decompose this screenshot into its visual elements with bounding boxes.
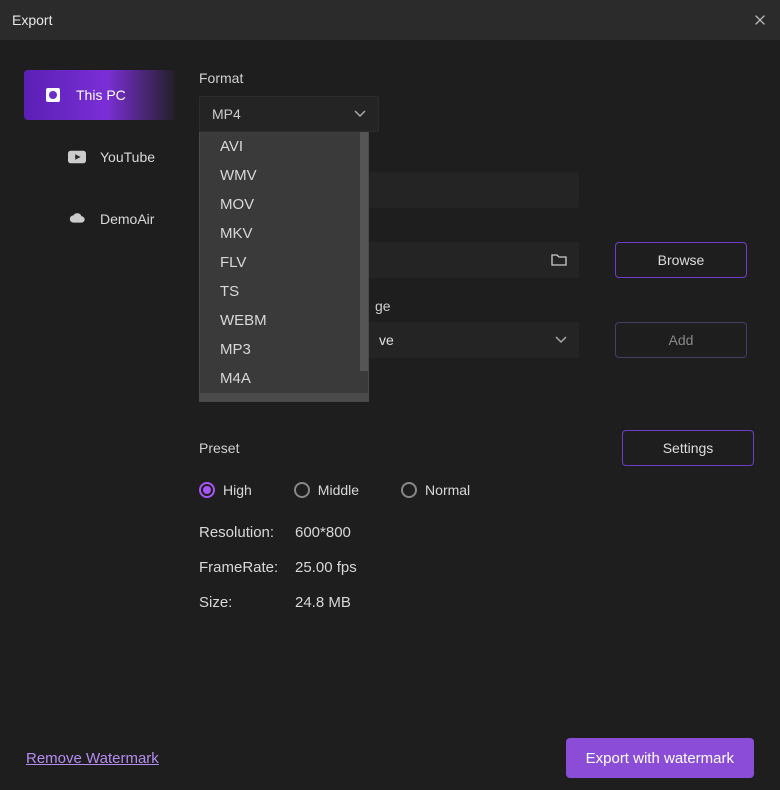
- sidebar-item-this-pc[interactable]: This PC: [24, 70, 175, 120]
- sidebar-item-label: YouTube: [100, 149, 155, 165]
- main-panel: Format MP4 AVIWMVMOVMKVFLVTSWEBMMP3M4AGI…: [175, 40, 780, 726]
- preset-radios: High Middle Normal: [199, 482, 754, 498]
- format-option-mkv[interactable]: MKV: [200, 219, 368, 248]
- format-label: Format: [199, 70, 754, 86]
- preset-label: Preset: [199, 440, 239, 456]
- preset-radio-high[interactable]: High: [199, 482, 252, 498]
- radio-label: High: [223, 482, 252, 498]
- cloud-value: ve: [379, 332, 394, 348]
- spec-table: Resolution: 600*800 FrameRate: 25.00 fps…: [199, 524, 754, 611]
- sidebar-item-youtube[interactable]: YouTube: [24, 132, 175, 182]
- format-option-gif[interactable]: GIF: [200, 393, 368, 402]
- format-block: Format MP4 AVIWMVMOVMKVFLVTSWEBMMP3M4AGI…: [199, 70, 754, 132]
- sidebar-item-demoair[interactable]: DemoAir: [24, 194, 175, 244]
- framerate-label: FrameRate:: [199, 559, 295, 576]
- format-selected-value: MP4: [212, 106, 241, 122]
- framerate-value: 25.00 fps: [295, 559, 754, 576]
- format-option-mov[interactable]: MOV: [200, 190, 368, 219]
- radio-icon: [401, 482, 417, 498]
- cloud-icon: [68, 210, 86, 228]
- preset-radio-normal[interactable]: Normal: [401, 482, 470, 498]
- format-option-wmv[interactable]: WMV: [200, 161, 368, 190]
- settings-button[interactable]: Settings: [622, 430, 754, 466]
- format-option-m4a[interactable]: M4A: [200, 364, 368, 393]
- window-title: Export: [12, 12, 52, 28]
- hard-drive-icon: [44, 86, 62, 104]
- remove-watermark-link[interactable]: Remove Watermark: [26, 750, 159, 767]
- format-option-webm[interactable]: WEBM: [200, 306, 368, 335]
- titlebar: Export: [0, 0, 780, 40]
- format-option-avi[interactable]: AVI: [200, 132, 368, 161]
- format-option-ts[interactable]: TS: [200, 277, 368, 306]
- chevron-down-icon: [555, 334, 567, 346]
- resolution-label: Resolution:: [199, 524, 295, 541]
- browse-button[interactable]: Browse: [615, 242, 747, 278]
- add-button[interactable]: Add: [615, 322, 747, 358]
- preset-section: Preset Settings High Middle Normal Resolut…: [199, 430, 754, 611]
- radio-icon: [294, 482, 310, 498]
- folder-icon: [551, 253, 567, 267]
- footer: Remove Watermark Export with watermark: [0, 726, 780, 790]
- format-option-flv[interactable]: FLV: [200, 248, 368, 277]
- sidebar-item-label: DemoAir: [100, 211, 154, 227]
- preset-radio-middle[interactable]: Middle: [294, 482, 359, 498]
- chevron-down-icon: [354, 108, 366, 120]
- close-icon[interactable]: [752, 12, 768, 28]
- radio-icon: [199, 482, 215, 498]
- radio-label: Middle: [318, 482, 359, 498]
- sidebar-item-label: This PC: [76, 87, 126, 103]
- sidebar: This PC YouTube DemoAir: [0, 40, 175, 726]
- youtube-icon: [68, 148, 86, 166]
- format-select[interactable]: MP4: [199, 96, 379, 132]
- radio-label: Normal: [425, 482, 470, 498]
- export-button[interactable]: Export with watermark: [566, 738, 754, 778]
- size-value: 24.8 MB: [295, 594, 754, 611]
- format-option-mp3[interactable]: MP3: [200, 335, 368, 364]
- resolution-value: 600*800: [295, 524, 754, 541]
- size-label: Size:: [199, 594, 295, 611]
- cloud-label-fragment: ge: [375, 298, 754, 314]
- body: This PC YouTube DemoAir Format MP4: [0, 40, 780, 726]
- format-dropdown: AVIWMVMOVMKVFLVTSWEBMMP3M4AGIF: [199, 132, 369, 402]
